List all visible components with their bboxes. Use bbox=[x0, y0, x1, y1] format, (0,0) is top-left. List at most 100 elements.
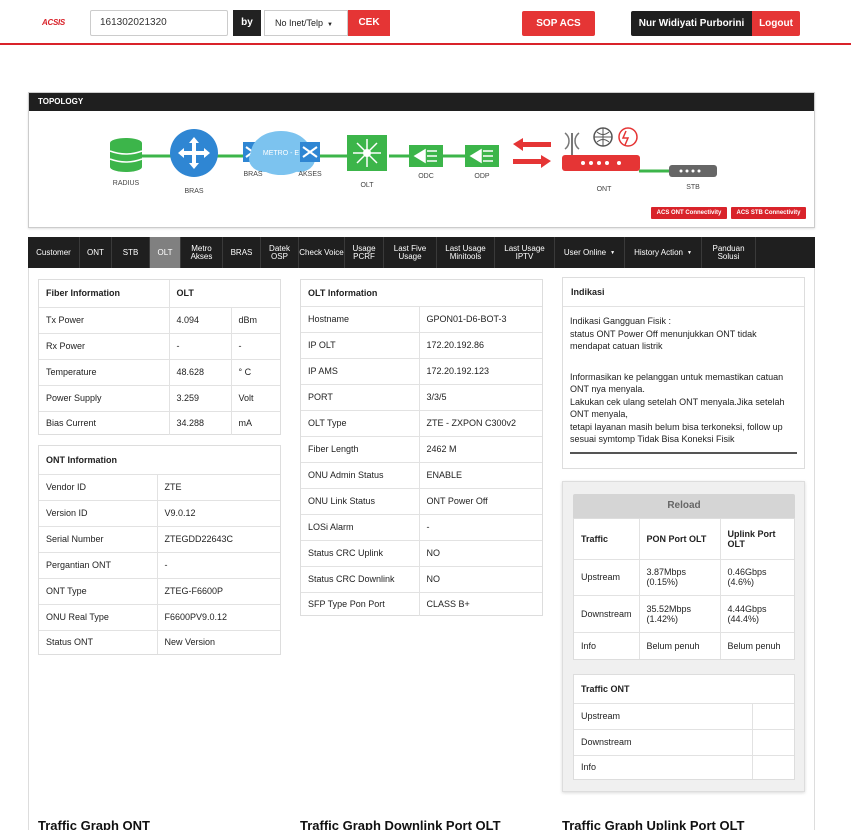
ont-cell: ZTEGDD22643C bbox=[157, 526, 280, 553]
ont-cell: Serial Number bbox=[39, 526, 158, 553]
traffic-ont-cell: Info bbox=[574, 755, 753, 779]
table-row: IP AMS 172.20.192.123 bbox=[301, 358, 542, 385]
power-off-icon bbox=[618, 127, 638, 147]
tab-last-usage-iptv[interactable]: Last Usage IPTV bbox=[495, 237, 555, 268]
ont-information-table: ONT Information Vendor ID ZTE Version ID V… bbox=[39, 446, 280, 654]
fiber-cell: 48.628 bbox=[169, 359, 232, 386]
odp-icon bbox=[465, 145, 499, 167]
table-row: ONU Real Type F6600PV9.0.12 bbox=[39, 604, 280, 631]
olt-cell: ONT Power Off bbox=[419, 488, 542, 515]
search-input[interactable]: 161302021320 bbox=[90, 10, 228, 36]
olt-cell: IP AMS bbox=[301, 358, 420, 385]
tab-history-action-label: History Action bbox=[634, 247, 683, 257]
by-label: by bbox=[233, 10, 261, 36]
topology-panel: TOPOLOGY METRO - E RADIUS BRAS BRAS AKSE… bbox=[28, 92, 815, 228]
traffic-ont-panel: Traffic ONT Upstream Downstream Info bbox=[573, 674, 795, 780]
traffic-cell: Belum penuh bbox=[639, 632, 721, 659]
olt-cell: GPON01-D6-BOT-3 bbox=[419, 306, 542, 333]
olt-cell: Hostname bbox=[301, 306, 420, 333]
tab-last-five-usage[interactable]: Last Five Usage bbox=[384, 237, 437, 268]
indikasi-line: Lakukan cek ulang setelah ONT menyala.Ji… bbox=[570, 396, 785, 420]
fiber-header-label: Fiber Information bbox=[39, 280, 170, 308]
traffic-panel: Reload Traffic PON Port OLT Uplink Port OL… bbox=[562, 481, 805, 792]
table-row: Rx Power - - bbox=[39, 333, 280, 360]
stb-icon bbox=[669, 165, 717, 177]
ont-cell: Status ONT bbox=[39, 630, 158, 654]
tab-panduan-solusi[interactable]: Panduan Solusi bbox=[702, 237, 756, 268]
table-row: Tx Power 4.094 dBm bbox=[39, 307, 280, 334]
table-row: Upstream 3.87Mbps (0.15%) 0.46Gbps (4.6%) bbox=[574, 559, 794, 596]
akses-switch-icon bbox=[300, 142, 320, 162]
traffic-cell: Belum penuh bbox=[727, 640, 781, 651]
traffic-ont-cell: Upstream bbox=[574, 703, 753, 730]
fiber-cell: ° C bbox=[231, 359, 280, 386]
olt-cell: NO bbox=[419, 540, 542, 567]
fiber-cell: - bbox=[169, 333, 232, 360]
tab-history-action[interactable]: History Action ▼ bbox=[625, 237, 702, 268]
traffic-header-cell: PON Port OLT bbox=[639, 519, 721, 560]
olt-cell: - bbox=[419, 514, 542, 541]
cek-button[interactable]: CEK bbox=[348, 10, 390, 36]
traffic-cell: Upstream bbox=[574, 559, 640, 596]
top-bar: ACSIS 161302021320 by No Inet/Telp ▼ CEK … bbox=[0, 0, 851, 45]
olt-cell: 172.20.192.86 bbox=[419, 332, 542, 359]
acs-stb-connectivity-button[interactable]: ACS STB Connectivity bbox=[731, 207, 806, 219]
odc-icon bbox=[409, 145, 443, 167]
fiber-information-panel: Fiber Information OLT Tx Power 4.094 dBm R… bbox=[38, 279, 281, 435]
logout-button[interactable]: Logout bbox=[752, 11, 800, 36]
bras2-label: BRAS bbox=[243, 171, 263, 178]
tab-ont[interactable]: ONT bbox=[80, 237, 112, 268]
tab-usage-pcrf[interactable]: Usage PCRF bbox=[345, 237, 384, 268]
tab-olt[interactable]: OLT bbox=[150, 237, 181, 268]
olt-cell: Status CRC Uplink bbox=[301, 540, 420, 567]
traffic-ont-cell bbox=[752, 755, 794, 779]
table-row: ONT Type ZTEG-F6600P bbox=[39, 578, 280, 605]
radius-icon bbox=[109, 138, 143, 172]
tab-customer[interactable]: Customer bbox=[28, 237, 80, 268]
tab-metro-akses[interactable]: Metro Akses bbox=[181, 237, 223, 268]
odc-label: ODC bbox=[418, 173, 434, 180]
olt-icon bbox=[347, 135, 387, 171]
traffic-cell: Info bbox=[574, 632, 640, 659]
sop-acs-button[interactable]: SOP ACS bbox=[522, 11, 595, 36]
tab-last-usage-minitools[interactable]: Last Usage Minitools bbox=[437, 237, 495, 268]
indikasi-title: Indikasi bbox=[563, 278, 804, 307]
traffic-header-cell: Uplink Port OLT bbox=[720, 519, 794, 560]
app-logo[interactable]: ACSIS bbox=[42, 18, 65, 27]
bras-label: BRAS bbox=[184, 188, 204, 195]
tab-bras[interactable]: BRAS bbox=[223, 237, 261, 268]
user-name-button[interactable]: Nur Widiyati Purborini bbox=[631, 11, 752, 36]
tab-datek-osp[interactable]: Datek OSP bbox=[261, 237, 299, 268]
odp-label: ODP bbox=[474, 173, 490, 180]
table-row: Bias Current 34.288 mA bbox=[39, 411, 280, 435]
traffic-graph-ont-title: Traffic Graph ONT bbox=[38, 818, 150, 830]
ont-cell: V9.0.12 bbox=[157, 500, 280, 527]
olt-cell: ONU Admin Status bbox=[301, 462, 420, 489]
acs-ont-connectivity-button[interactable]: ACS ONT Connectivity bbox=[651, 207, 727, 219]
ont-cell: F6600PV9.0.12 bbox=[157, 604, 280, 631]
olt-cell: SFP Type Pon Port bbox=[301, 592, 420, 616]
fiber-cell: Volt bbox=[231, 385, 280, 412]
fiber-information-table: Fiber Information OLT Tx Power 4.094 dBm R… bbox=[39, 280, 280, 435]
tab-check-voice[interactable]: Check Voice bbox=[299, 237, 345, 268]
chevron-down-icon: ▼ bbox=[327, 22, 333, 28]
traffic-ont-header: Traffic ONT bbox=[574, 675, 794, 704]
table-row: Temperature 48.628 ° C bbox=[39, 359, 280, 386]
tab-user-online[interactable]: User Online ▼ bbox=[555, 237, 625, 268]
reload-button[interactable]: Reload bbox=[573, 494, 795, 518]
ont-cell: ZTE bbox=[157, 474, 280, 501]
olt-cell: LOSi Alarm bbox=[301, 514, 420, 541]
indikasi-panel: Indikasi Indikasi Gangguan Fisik : statu… bbox=[562, 277, 805, 469]
traffic-cell: 0.46Gbps (4.6%) bbox=[720, 559, 794, 596]
globe-icon bbox=[593, 127, 613, 147]
fiber-cell: Bias Current bbox=[39, 411, 170, 435]
olt-cell: IP OLT bbox=[301, 332, 420, 359]
table-row: Info bbox=[574, 755, 794, 779]
table-row: ONU Admin Status ENABLE bbox=[301, 462, 542, 489]
search-type-select[interactable]: No Inet/Telp ▼ bbox=[264, 10, 348, 36]
disconnect-arrows-icon bbox=[513, 138, 551, 168]
traffic-cell: 3.87Mbps (0.15%) bbox=[639, 559, 721, 596]
tab-stb[interactable]: STB bbox=[112, 237, 150, 268]
table-row: PORT 3/3/5 bbox=[301, 384, 542, 411]
divider bbox=[570, 451, 797, 454]
